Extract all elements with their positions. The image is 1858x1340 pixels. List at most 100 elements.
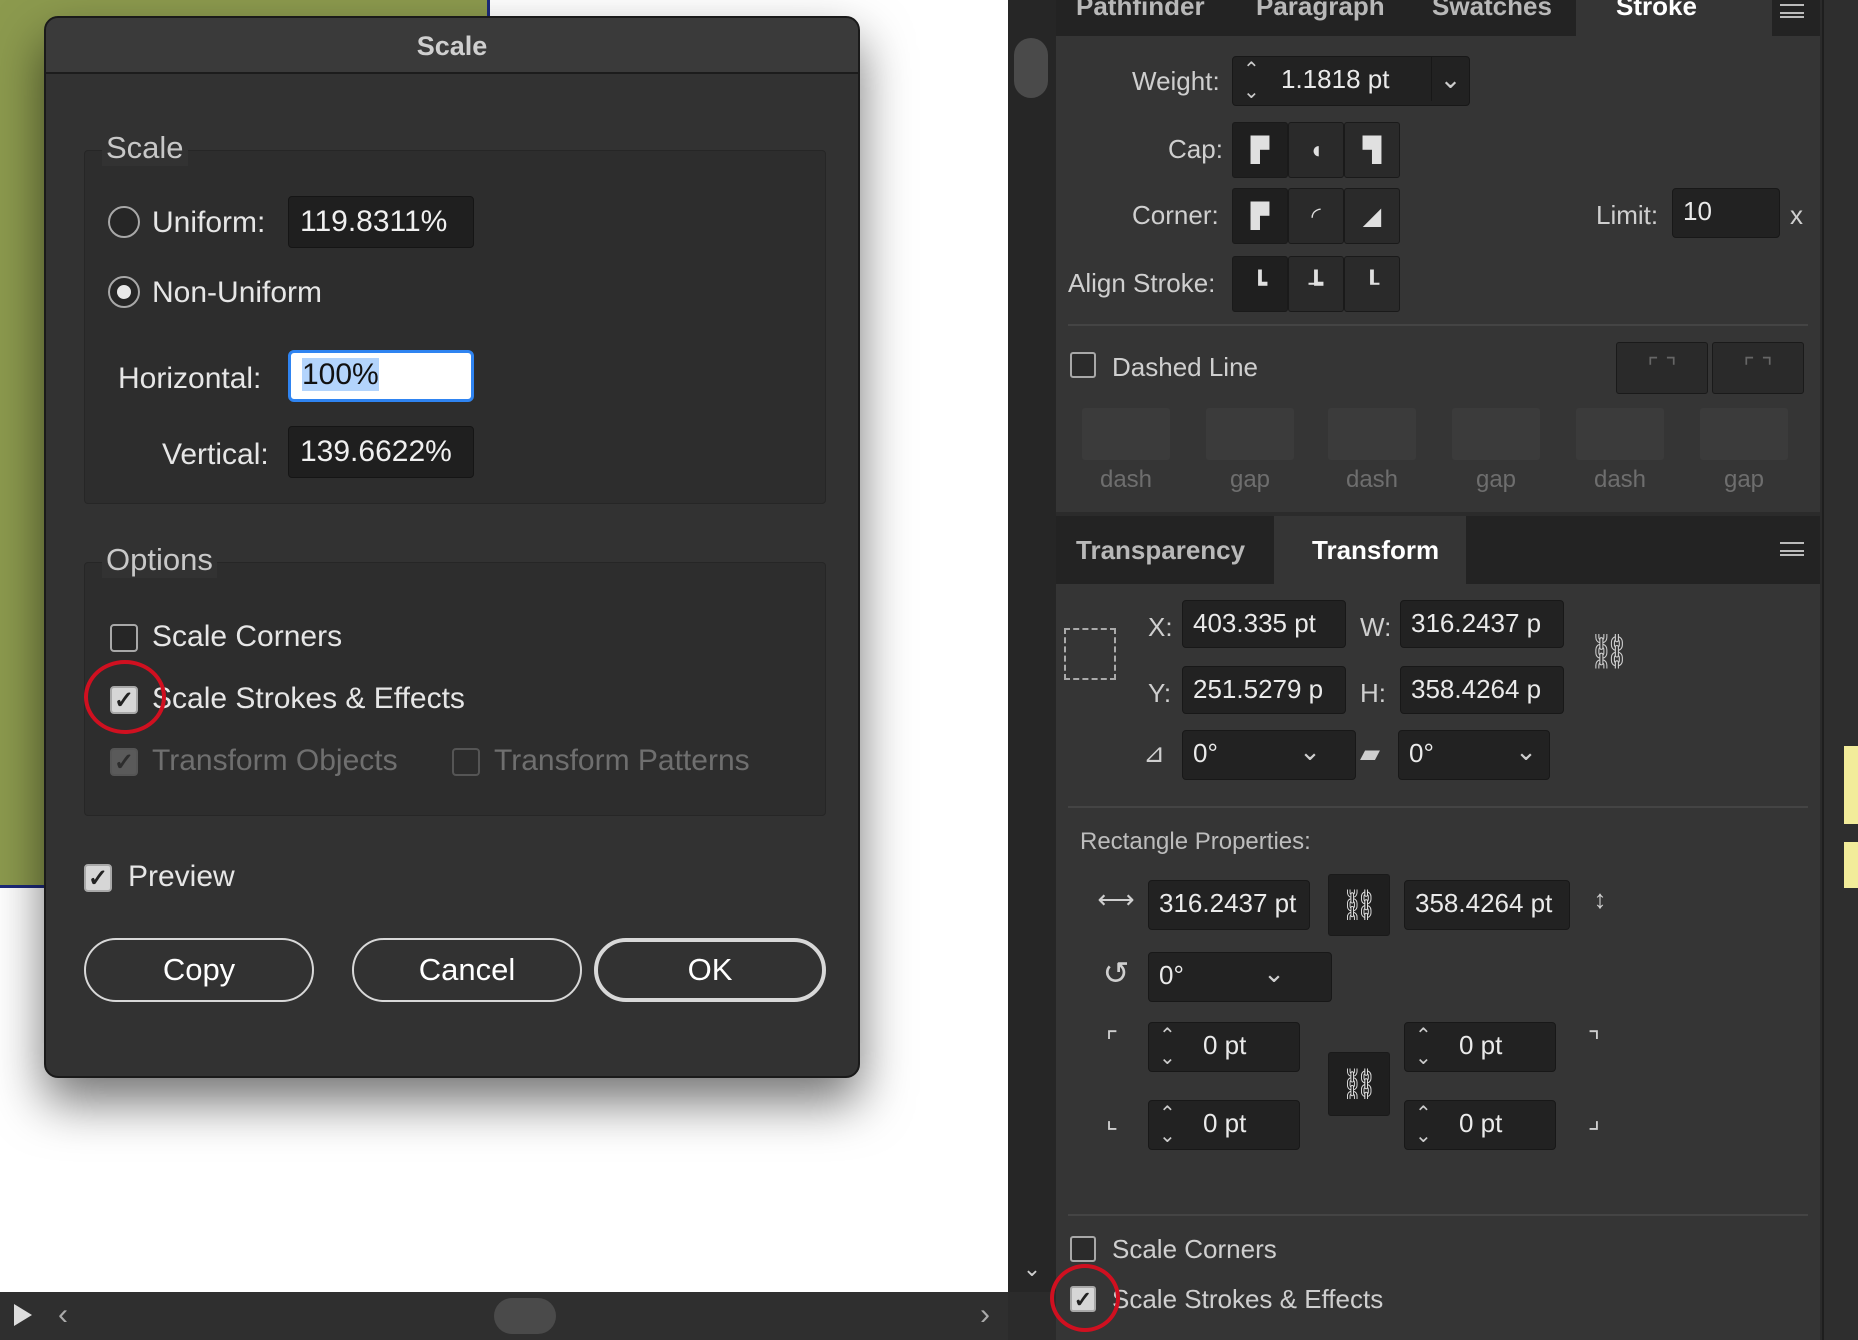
gap-label-1: gap [1229,466,1271,493]
horizontal-scroll-thumb[interactable] [494,1298,556,1334]
tab-swatches[interactable]: Swatches [1432,0,1552,26]
y-input[interactable]: 251.5279 p [1182,666,1346,714]
corner-tl-icon: ⌜ [1105,1026,1119,1056]
weight-label: Weight: [1132,66,1220,96]
dash-align-icon: ⌜ ⌝ [1712,342,1804,394]
rect-height-input[interactable]: 358.4264 pt [1404,880,1570,930]
uniform-label[interactable]: Uniform: [152,206,265,240]
corner-br-input[interactable]: ⌃ ⌄ 0 pt [1404,1100,1556,1150]
tab-stroke[interactable]: Stroke [1576,0,1772,36]
yellow-swatch-2 [1844,842,1858,888]
x-input[interactable]: 403.335 pt [1182,600,1346,648]
corner-bl-input[interactable]: ⌃ ⌄ 0 pt [1148,1100,1300,1150]
limit-unit: x [1790,200,1803,230]
yellow-swatch [1844,746,1858,824]
round-cap-icon[interactable]: ◖ [1288,122,1344,178]
chevron-down-icon[interactable]: ⌄ [1012,1256,1052,1282]
transform-tabbar: Transparency Transform [1056,516,1820,584]
corners-separator [1068,1214,1808,1216]
panel-scale-corners-checkbox[interactable] [1070,1236,1096,1262]
projecting-cap-icon[interactable]: ▜ [1344,122,1400,178]
play-icon[interactable] [14,1304,32,1326]
transform-separator [1068,806,1808,808]
panel-scrollbar[interactable] [1008,0,1056,1292]
panel-scroll-thumb[interactable] [1014,38,1048,98]
dash-field-2 [1328,408,1416,460]
width-arrow-icon: ⟷ [1097,884,1135,914]
w-input[interactable]: 316.2437 p [1400,600,1564,648]
non-uniform-label[interactable]: Non-Uniform [152,276,322,310]
ok-button[interactable]: OK [594,938,826,1002]
cancel-button[interactable]: Cancel [352,938,582,1002]
shear-dropdown-icon[interactable]: ⌄ [1504,736,1548,767]
rect-rotate-dropdown-icon[interactable]: ⌄ [1252,958,1296,989]
rotate-dropdown-icon[interactable]: ⌄ [1288,736,1332,767]
corner-tr-icon: ⌝ [1587,1026,1601,1056]
miter-join-icon[interactable]: ▛ [1232,188,1288,244]
scale-corners-label[interactable]: Scale Corners [152,620,342,654]
dash-label-3: dash [1593,466,1647,493]
copy-button[interactable]: Copy [84,938,314,1002]
transform-patterns-label: Transform Patterns [494,744,750,777]
rect-rotate-input[interactable]: 0° [1148,952,1332,1002]
scroll-left-icon[interactable]: ‹ [58,1298,68,1332]
weight-value: 1.1818 pt [1281,64,1390,94]
stroke-panel-menu-icon[interactable] [1780,4,1804,18]
corner-link-icon[interactable]: ⛓ [1328,1052,1390,1116]
panel-scale-corners-label[interactable]: Scale Corners [1112,1234,1277,1265]
stepper-icon[interactable]: ⌃ ⌄ [1159,1025,1176,1069]
rect-width-input[interactable]: 316.2437 pt [1148,880,1310,930]
constrain-proportions-icon[interactable]: ⛓ [1586,632,1632,672]
scale-group-legend: Scale [102,130,188,166]
non-uniform-radio[interactable] [108,276,140,308]
corner-bl-value: 0 pt [1203,1108,1247,1138]
tab-transparency[interactable]: Transparency [1076,530,1245,570]
scale-corners-checkbox[interactable] [110,624,138,652]
round-join-icon[interactable]: ◜ [1288,188,1344,244]
shear-icon: ▰ [1360,738,1380,768]
butt-cap-icon[interactable]: ▛ [1232,122,1288,178]
stepper-icon[interactable]: ⌃ ⌄ [1243,59,1260,103]
corner-bl-icon: ⌞ [1105,1104,1119,1134]
transform-objects-label: Transform Objects [152,744,398,777]
transform-panel-menu-icon[interactable] [1780,542,1804,556]
h-input[interactable]: 358.4264 p [1400,666,1564,714]
tab-pathfinder[interactable]: Pathfinder [1076,0,1205,26]
weight-stepper[interactable]: ⌃ ⌄ 1.1818 pt ⌄ [1232,56,1470,106]
stroke-tabbar: Pathfinder Paragraph Swatches Stroke [1056,0,1820,36]
rotate-icon: ⊿ [1143,738,1165,768]
corner-tl-input[interactable]: ⌃ ⌄ 0 pt [1148,1022,1300,1072]
preview-checkbox[interactable]: ✓ [84,864,112,892]
dash-field-3 [1576,408,1664,460]
dashed-line-checkbox[interactable] [1070,352,1096,378]
stepper-icon[interactable]: ⌃ ⌄ [1415,1103,1432,1147]
vertical-input[interactable]: 139.6622% [288,426,474,478]
tab-paragraph[interactable]: Paragraph [1256,0,1385,26]
scale-strokes-label[interactable]: Scale Strokes & Effects [152,682,465,716]
align-inside-icon[interactable]: ┺ [1288,256,1344,312]
bevel-join-icon[interactable]: ◢ [1344,188,1400,244]
preview-label[interactable]: Preview [128,860,235,894]
uniform-radio[interactable] [108,206,140,238]
horizontal-input[interactable]: 100% [288,350,474,402]
scroll-right-icon[interactable]: › [980,1298,990,1332]
stepper-icon[interactable]: ⌃ ⌄ [1159,1103,1176,1147]
tab-transform[interactable]: Transform [1274,516,1466,584]
align-outside-icon[interactable]: ┖ [1344,256,1400,312]
uniform-input[interactable]: 119.8311% [288,196,474,248]
cap-label: Cap: [1168,134,1223,164]
align-center-icon[interactable]: ┗ [1232,256,1288,312]
rect-link-icon[interactable]: ⛓ [1328,874,1390,936]
options-group-legend: Options [102,542,217,578]
panel-scale-strokes-label[interactable]: Scale Strokes & Effects [1112,1284,1383,1315]
stepper-icon[interactable]: ⌃ ⌄ [1415,1025,1432,1069]
transform-objects-checkbox: ✓ [110,748,138,776]
reference-point-icon[interactable] [1064,628,1116,680]
corner-tr-input[interactable]: ⌃ ⌄ 0 pt [1404,1022,1556,1072]
y-label: Y: [1148,678,1172,708]
corner-br-icon: ⌟ [1587,1104,1601,1134]
dashed-line-label[interactable]: Dashed Line [1112,352,1258,383]
corner-tl-value: 0 pt [1203,1030,1247,1060]
weight-dropdown-icon[interactable]: ⌄ [1431,57,1469,101]
limit-input[interactable]: 10 [1672,188,1780,238]
